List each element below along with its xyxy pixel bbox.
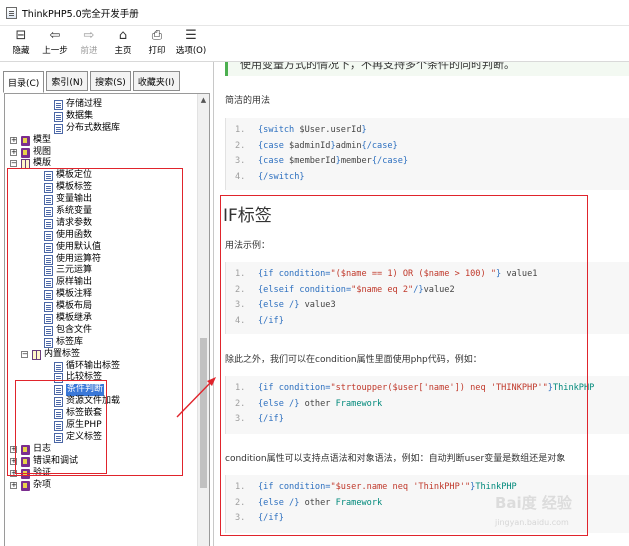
baidu-watermark: Bai度 经验 jingyan.baidu.com xyxy=(495,492,605,536)
annotation-arrow xyxy=(176,377,216,418)
watermark-brand: Bai度 经验 xyxy=(495,494,572,512)
watermark-site: jingyan.baidu.com xyxy=(495,518,569,527)
